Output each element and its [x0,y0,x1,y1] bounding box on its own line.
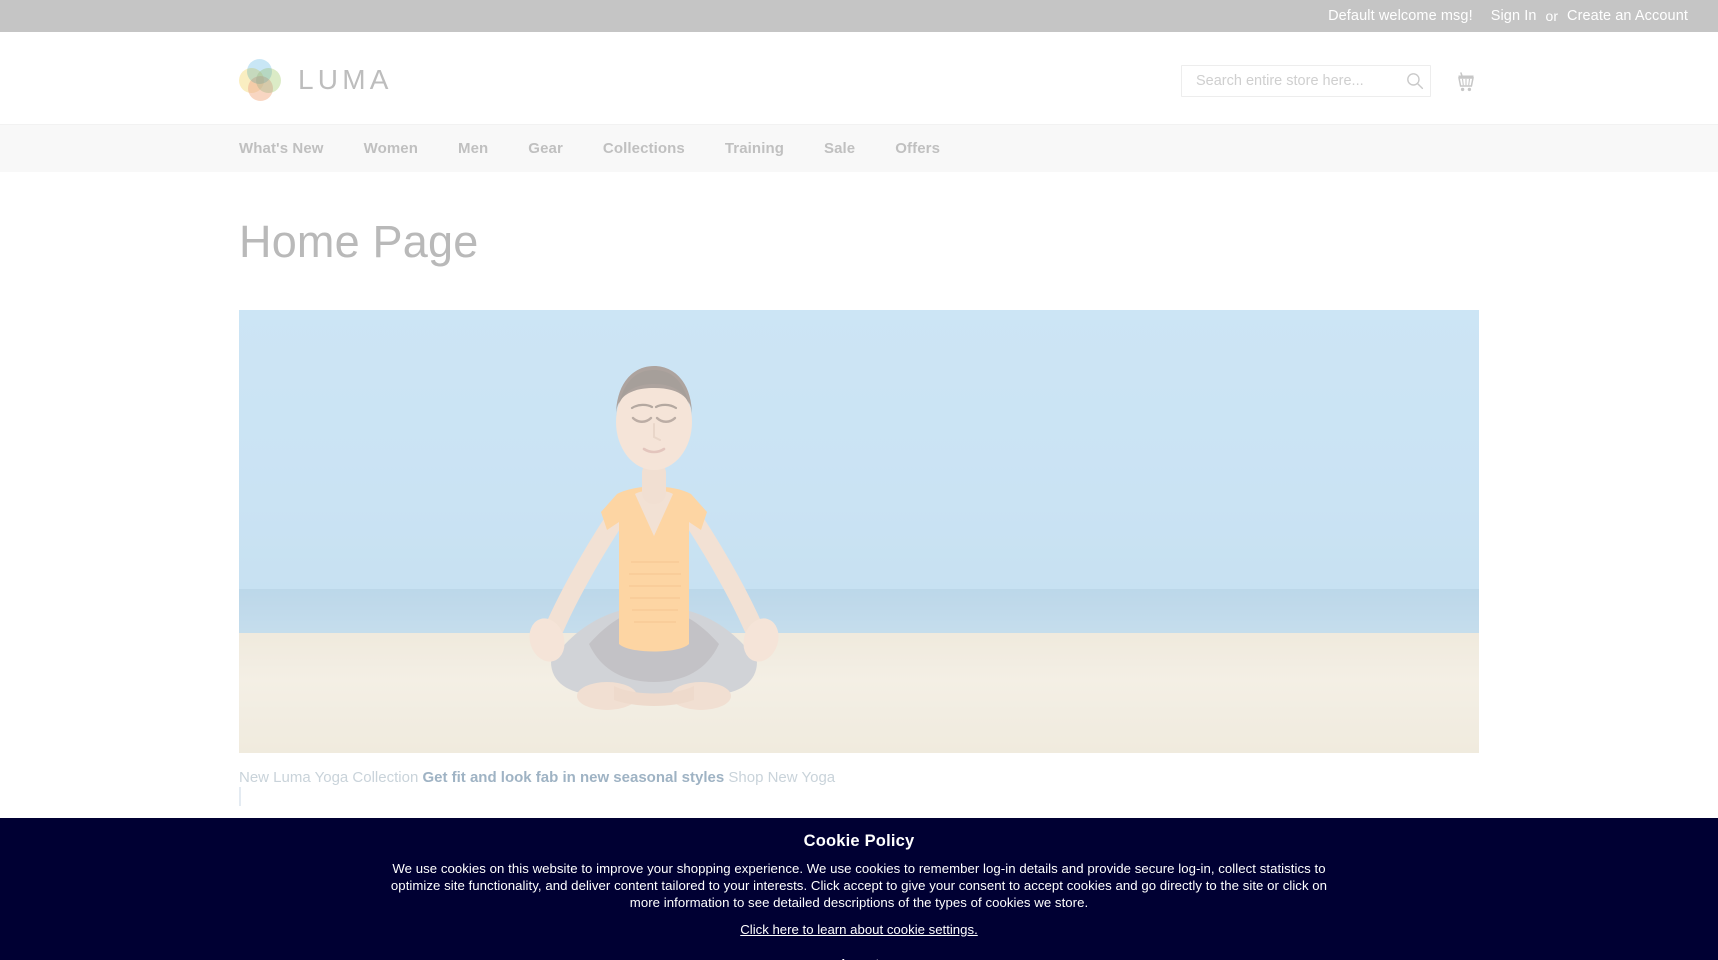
hero-banner-caption: New Luma Yoga Collection Get fit and loo… [239,767,1479,788]
caption-headline: Get fit and look fab in new seasonal sty… [422,769,725,786]
logo-link[interactable]: LUMA [239,59,393,101]
shopping-cart-icon[interactable] [1453,69,1479,94]
secondary-banner-link[interactable] [239,787,241,806]
nav-item-women[interactable]: Women [344,140,438,157]
header-container: LUMA [239,32,1479,124]
welcome-message: Default welcome msg! [1328,8,1473,24]
hero-banner-link[interactable] [239,310,1479,753]
luma-flower-icon [239,59,281,101]
cookie-policy-banner: Cookie Policy We use cookies on this web… [0,818,1718,960]
nav-item-collections[interactable]: Collections [583,140,705,157]
nav-item-men[interactable]: Men [438,140,508,157]
top-panel-links: Default welcome msg! Sign In or Create a… [1328,8,1688,24]
page-title: Home Page [239,216,479,267]
caption-lead: New Luma Yoga Collection [239,769,419,786]
nav-item-whats-new[interactable]: What's New [239,140,344,157]
top-panel: Default welcome msg! Sign In or Create a… [0,0,1718,32]
search-input[interactable] [1181,65,1431,97]
cookie-settings-link[interactable]: Click here to learn about cookie setting… [740,922,978,937]
site-header: LUMA [0,32,1718,124]
header-actions [1181,65,1479,97]
nav-container: What's New Women Men Gear Collections Tr… [239,125,1479,172]
search-icon[interactable] [1406,72,1424,90]
nav-item-gear[interactable]: Gear [508,140,583,157]
main-content: Home Page New Luma Yoga Collection Get f… [239,172,1479,806]
sign-in-link[interactable]: Sign In [1491,8,1537,24]
logo-text: LUMA [298,64,393,95]
caption-shop-link[interactable]: Shop New Yoga [728,769,835,786]
search-box [1181,65,1431,97]
nav-item-sale[interactable]: Sale [804,140,875,157]
or-separator: or [1545,8,1558,24]
cookie-accept-button[interactable]: Accept [839,956,879,960]
cookie-policy-text: We use cookies on this website to improv… [390,861,1328,910]
nav-item-training[interactable]: Training [705,140,804,157]
main-navigation: What's New Women Men Gear Collections Tr… [0,124,1718,172]
nav-item-offers[interactable]: Offers [875,140,960,157]
create-account-link[interactable]: Create an Account [1567,8,1688,24]
yoga-woman-image [439,344,869,744]
cookie-policy-title: Cookie Policy [803,832,915,850]
